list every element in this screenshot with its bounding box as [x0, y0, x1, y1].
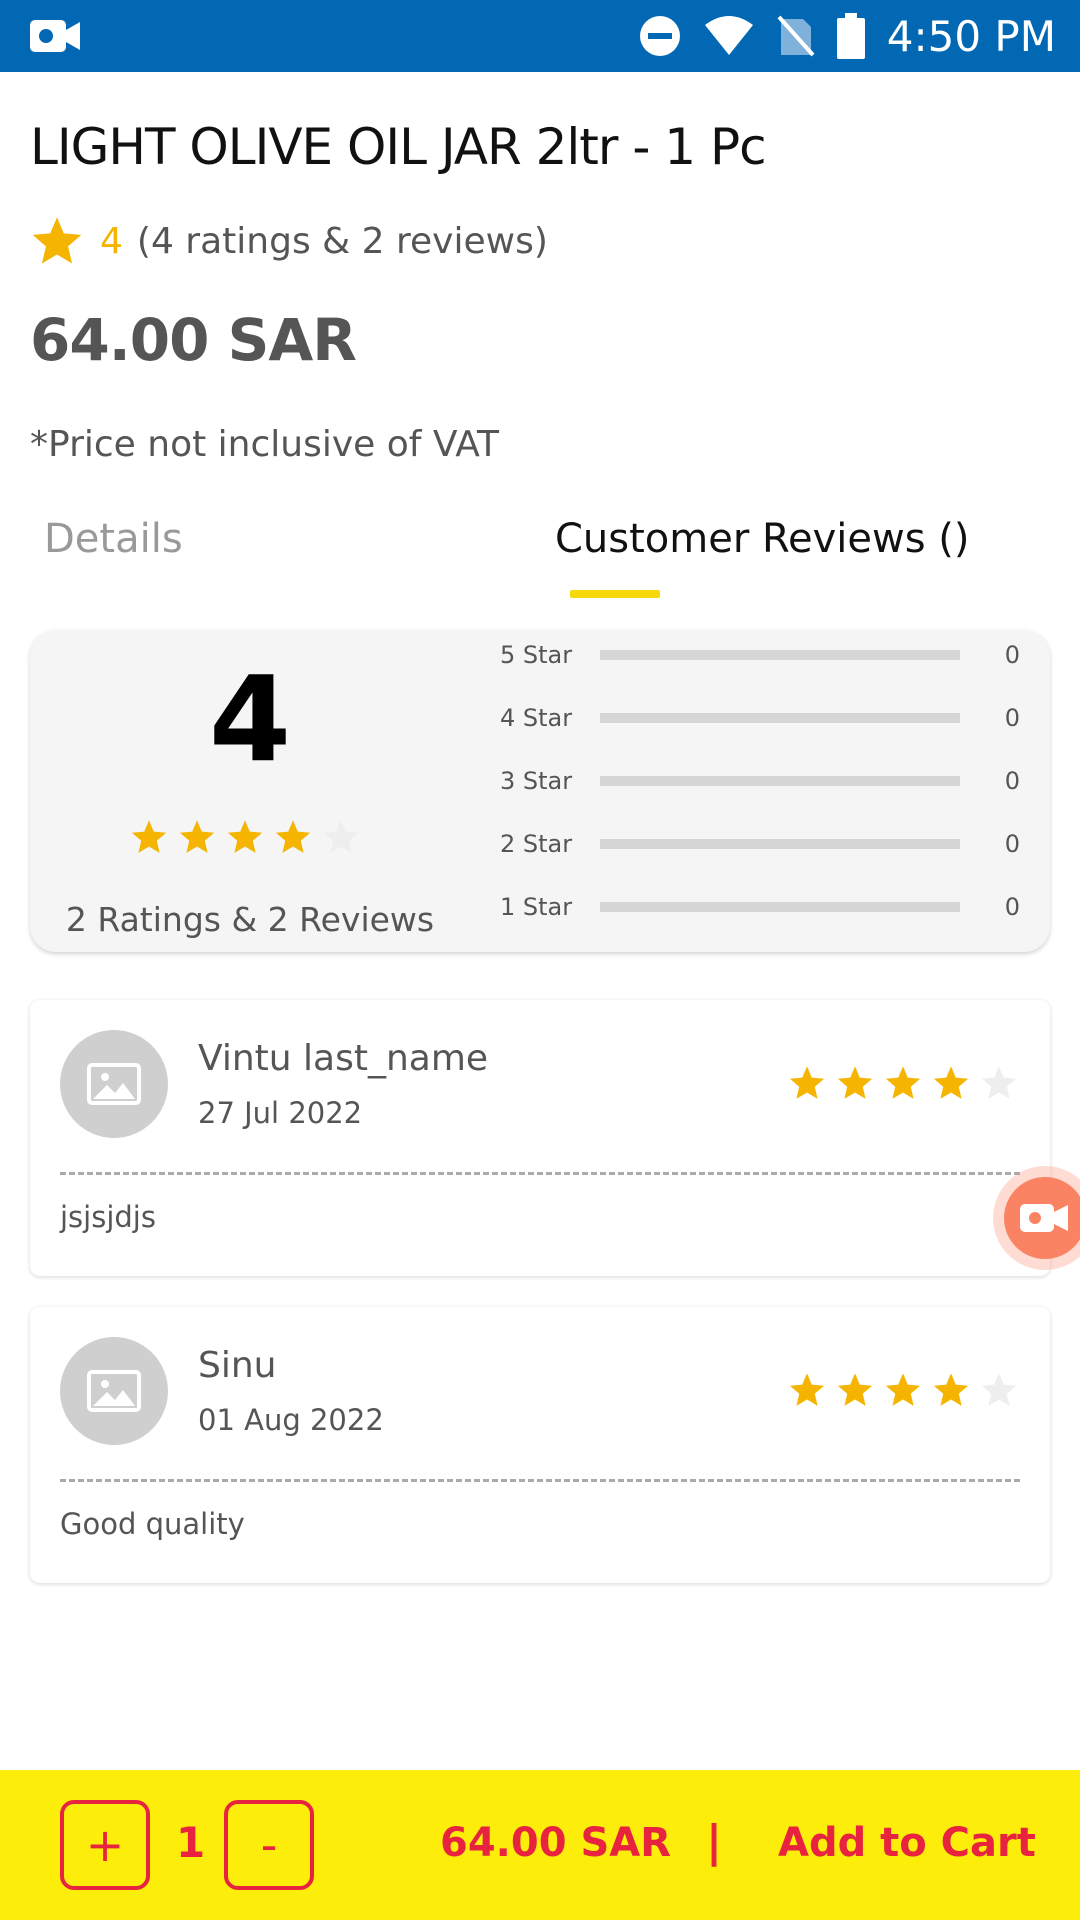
bottom-cart-bar: + 1 - 64.00 SAR | Add to Cart: [0, 1770, 1080, 1920]
distribution-bar: [600, 650, 960, 660]
distribution-label: 4 Star: [500, 704, 573, 732]
distribution-bar: [600, 839, 960, 849]
image-placeholder-icon: [87, 1370, 141, 1412]
add-to-cart-button[interactable]: Add to Cart: [778, 1820, 1036, 1866]
reviewer-name: Sinu: [198, 1345, 277, 1386]
star-filled-icon: [227, 820, 263, 853]
average-star-rating: [130, 818, 360, 856]
star-filled-icon: [789, 1066, 825, 1099]
rating-summary[interactable]: (4 ratings & 2 reviews): [137, 221, 548, 262]
distribution-label: 1 Star: [500, 893, 573, 921]
star-icon: [32, 217, 82, 264]
distribution-bar: [600, 902, 960, 912]
wifi-icon: [704, 16, 753, 55]
distribution-count: 0: [1004, 767, 1020, 795]
video-camera-icon: [1020, 1204, 1068, 1232]
star-filled-icon: [179, 820, 215, 853]
distribution-count: 0: [1004, 704, 1020, 732]
status-icons: 4:50 PM: [639, 0, 1056, 72]
review-text: jsjsjdjs: [60, 1200, 156, 1234]
battery-icon: [836, 13, 865, 59]
product-rating: 4 (4 ratings & 2 reviews): [30, 214, 548, 268]
distribution-count: 0: [1004, 830, 1020, 858]
product-price: 64.00 SAR: [30, 306, 357, 374]
star-filled-icon: [837, 1373, 873, 1406]
separator: |: [706, 1816, 723, 1867]
distribution-bar: [600, 776, 960, 786]
review-card: Sinu 01 Aug 2022 Good quality: [30, 1307, 1050, 1583]
star-filled-icon: [933, 1066, 969, 1099]
star-filled-icon: [837, 1066, 873, 1099]
review-date: 01 Aug 2022: [198, 1403, 384, 1437]
video-camera-icon: [30, 20, 80, 52]
distribution-row-3-star: 3 Star 0: [500, 766, 1020, 796]
status-bar: 4:50 PM: [0, 0, 1080, 72]
cart-price: 64.00 SAR: [440, 1820, 672, 1866]
decrease-quantity-button[interactable]: -: [224, 1800, 314, 1890]
quantity-value: 1: [176, 1818, 206, 1867]
distribution-row-4-star: 4 Star 0: [500, 703, 1020, 733]
star-filled-icon: [885, 1066, 921, 1099]
product-title: LIGHT OLIVE OIL JAR 2ltr - 1 Pc: [30, 118, 767, 176]
distribution-label: 3 Star: [500, 767, 573, 795]
clock: 4:50 PM: [886, 11, 1056, 61]
avatar: [60, 1030, 168, 1138]
review-text: Good quality: [60, 1507, 245, 1541]
divider: [60, 1479, 1020, 1482]
reviewer-name: Vintu last_name: [198, 1038, 489, 1079]
increase-quantity-button[interactable]: +: [60, 1800, 150, 1890]
vat-note: *Price not inclusive of VAT: [30, 424, 500, 465]
rating-value: 4: [100, 220, 123, 262]
distribution-label: 5 Star: [500, 641, 573, 669]
review-star-rating: [788, 1371, 1018, 1409]
distribution-row-5-star: 5 Star 0: [500, 640, 1020, 670]
ratings-count: 2 Ratings & 2 Reviews: [65, 900, 435, 939]
star-filled-icon: [131, 820, 167, 853]
distribution-count: 0: [1004, 893, 1020, 921]
review-date: 27 Jul 2022: [198, 1096, 363, 1130]
record-button-inner[interactable]: [1004, 1177, 1080, 1259]
distribution-label: 2 Star: [500, 830, 573, 858]
tab-customer-reviews[interactable]: Customer Reviews (): [555, 516, 970, 562]
average-rating: 4: [208, 650, 292, 788]
rating-summary-card: 4 2 Ratings & 2 Reviews 5 Star 0 4 Star …: [30, 630, 1050, 952]
image-placeholder-icon: [87, 1063, 141, 1105]
star-filled-icon: [275, 820, 311, 853]
distribution-row-2-star: 2 Star 0: [500, 829, 1020, 859]
tab-details[interactable]: Details: [44, 516, 183, 562]
distribution-count: 0: [1004, 641, 1020, 669]
review-card: Vintu last_name 27 Jul 2022 jsjsjdjs: [30, 1000, 1050, 1276]
distribution-bar: [600, 713, 960, 723]
avatar: [60, 1337, 168, 1445]
active-tab-indicator: [570, 590, 660, 598]
star-filled-icon: [885, 1373, 921, 1406]
star-filled-icon: [789, 1373, 825, 1406]
star-filled-icon: [933, 1373, 969, 1406]
star-empty-icon: [323, 820, 359, 853]
do-not-disturb-icon: [639, 16, 680, 56]
no-sim-icon: [777, 15, 815, 57]
distribution-row-1-star: 1 Star 0: [500, 892, 1020, 922]
star-empty-icon: [981, 1066, 1017, 1099]
star-empty-icon: [981, 1373, 1017, 1406]
divider: [60, 1172, 1020, 1175]
review-star-rating: [788, 1064, 1018, 1102]
